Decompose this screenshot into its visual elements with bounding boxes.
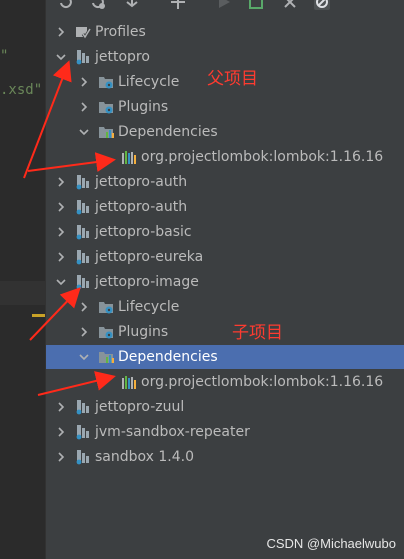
tree-item[interactable]: jettopro-eureka — [46, 245, 404, 269]
profiles-icon — [75, 24, 92, 40]
current-line-highlight — [0, 281, 45, 305]
tree-item-label: jettopro-basic — [95, 224, 192, 240]
folder-bars-icon — [98, 349, 114, 365]
tree-item-label: Dependencies — [118, 349, 218, 365]
maven-toolbar — [46, 0, 404, 14]
chevron-right-icon[interactable] — [78, 76, 90, 88]
tree-item[interactable]: Profiles — [46, 20, 404, 44]
tree-item-label: jettopro-eureka — [95, 249, 204, 265]
tree-item-label: Plugins — [118, 324, 169, 340]
tree-item[interactable]: jettopro-auth — [46, 195, 404, 219]
maven-module-icon — [75, 199, 91, 215]
chevron-right-icon[interactable] — [55, 226, 67, 238]
tree-item-label: Plugins — [118, 99, 169, 115]
tree-item-label: org.projectlombok:lombok:1.16.16 — [141, 149, 384, 165]
tree-item[interactable]: org.projectlombok:lombok:1.16.16 — [46, 370, 404, 394]
tree-item-label: Profiles — [95, 24, 146, 40]
tree-item[interactable]: jettopro-basic — [46, 220, 404, 244]
code-line: .xsd" — [0, 82, 43, 98]
folder-gear-icon — [98, 99, 114, 115]
chevron-down-icon[interactable] — [55, 276, 67, 288]
folder-gear-icon — [98, 324, 114, 340]
code-line: " — [0, 48, 9, 64]
download-icon[interactable] — [124, 0, 140, 10]
parent-project-annotation: 父项目 — [207, 69, 258, 89]
chevron-right-icon[interactable] — [78, 326, 90, 338]
maven-module-icon — [75, 249, 91, 265]
tree-item[interactable]: jettopro-image — [46, 270, 404, 294]
tree-item[interactable]: jvm-sandbox-repeater — [46, 420, 404, 444]
tree-item[interactable]: Lifecycle — [46, 295, 404, 319]
folder-gear-icon — [98, 299, 114, 315]
tree-item[interactable]: jettopro-zuul — [46, 395, 404, 419]
chevron-right-icon[interactable] — [55, 201, 67, 213]
tree-item-label: jettopro-auth — [95, 174, 188, 190]
skip-tests-icon[interactable] — [314, 0, 330, 10]
chevron-down-icon[interactable] — [78, 126, 90, 138]
tree-item[interactable]: jettopro-auth — [46, 170, 404, 194]
tree-item[interactable]: Plugins — [46, 320, 404, 344]
tree-item[interactable]: org.projectlombok:lombok:1.16.16 — [46, 145, 404, 169]
maven-module-icon — [75, 174, 91, 190]
maven-module-icon — [75, 399, 91, 415]
tree-item[interactable]: Dependencies — [46, 345, 404, 369]
tree-item-label: Lifecycle — [118, 299, 180, 315]
run-icon[interactable] — [216, 0, 232, 10]
child-project-annotation: 子项目 — [232, 323, 283, 343]
caret-marker — [32, 314, 45, 317]
chevron-right-icon[interactable] — [55, 251, 67, 263]
tree-item-label: org.projectlombok:lombok:1.16.16 — [141, 374, 384, 390]
maven-module-icon — [75, 274, 91, 290]
reimport-icon[interactable] — [90, 0, 106, 10]
folder-bars-icon — [98, 124, 114, 140]
folder-gear-icon — [98, 74, 114, 90]
chevron-down-icon[interactable] — [55, 51, 67, 63]
tree-item-label: Lifecycle — [118, 74, 180, 90]
refresh-icon[interactable] — [58, 0, 74, 10]
tree-item-label: jettopro-zuul — [95, 399, 185, 415]
chevron-down-icon[interactable] — [78, 351, 90, 363]
chevron-right-icon[interactable] — [55, 176, 67, 188]
chevron-right-icon[interactable] — [55, 26, 67, 38]
maven-module-icon — [75, 49, 91, 65]
maven-module-icon — [75, 449, 91, 465]
tree-item[interactable]: Dependencies — [46, 120, 404, 144]
library-bars-icon — [121, 374, 137, 390]
editor-gutter: " .xsd" — [0, 0, 45, 559]
chevron-right-icon[interactable] — [55, 451, 67, 463]
execute-icon[interactable] — [248, 0, 264, 10]
tree-item-label: jettopro — [95, 49, 150, 65]
tree-item-label: jvm-sandbox-repeater — [95, 424, 250, 440]
tree-item-label: Dependencies — [118, 124, 218, 140]
chevron-right-icon[interactable] — [55, 401, 67, 413]
library-bars-icon — [121, 149, 137, 165]
tree-item[interactable]: Plugins — [46, 95, 404, 119]
tree-item-label: jettopro-auth — [95, 199, 188, 215]
chevron-right-icon[interactable] — [78, 101, 90, 113]
toggle-offline-icon[interactable] — [282, 0, 298, 10]
tree-item-label: jettopro-image — [95, 274, 199, 290]
watermark: CSDN @Michaelwubo — [266, 536, 396, 551]
chevron-right-icon[interactable] — [78, 301, 90, 313]
add-icon[interactable] — [170, 0, 186, 10]
tree-item[interactable]: sandbox 1.4.0 — [46, 445, 404, 469]
maven-module-icon — [75, 424, 91, 440]
tree-item-label: sandbox 1.4.0 — [95, 449, 195, 465]
chevron-right-icon[interactable] — [55, 426, 67, 438]
maven-module-icon — [75, 224, 91, 240]
